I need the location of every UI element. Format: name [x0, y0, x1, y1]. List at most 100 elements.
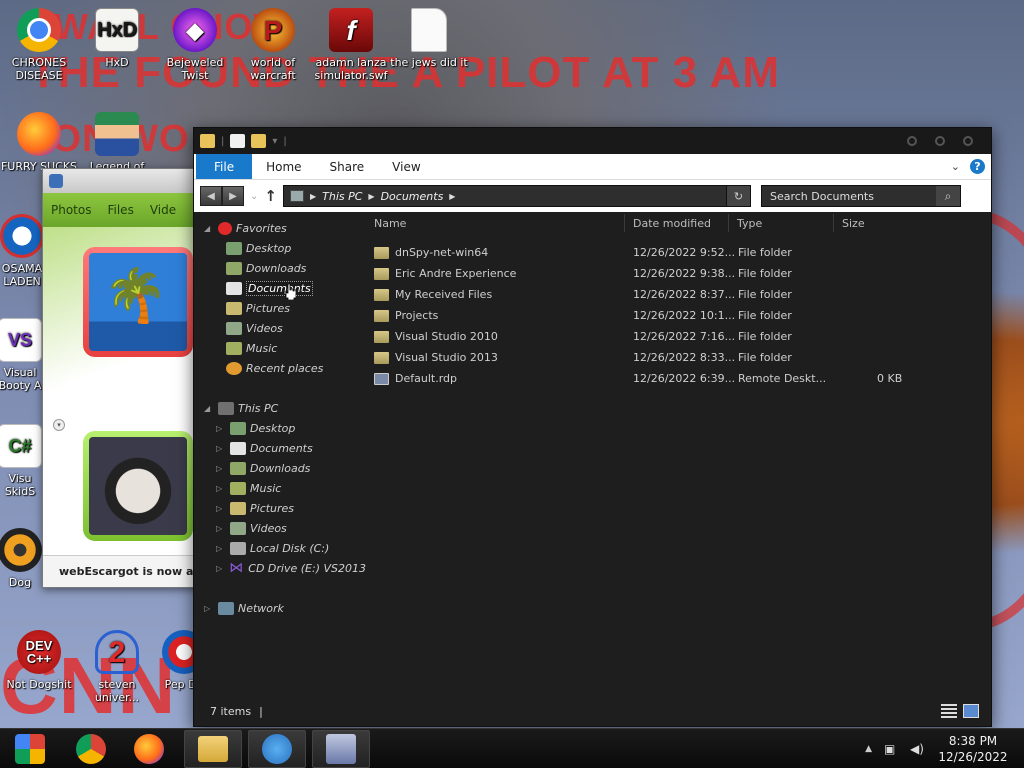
expand-icon[interactable]: ▷	[204, 604, 214, 613]
close-button[interactable]	[963, 136, 973, 146]
expand-icon[interactable]: ▷	[216, 444, 226, 453]
address-bar[interactable]: ▶ This PC ▶ Documents ▶ ↻	[282, 185, 751, 207]
expand-ribbon-icon[interactable]: ⌄	[951, 160, 960, 173]
taskbar-messenger[interactable]	[248, 729, 306, 768]
column-name[interactable]: Name	[374, 217, 406, 230]
up-button[interactable]: ↑	[264, 187, 277, 205]
nav-item-downloads[interactable]: Downloads	[194, 258, 366, 278]
nav-item-pc-videos[interactable]: ▷ Videos	[194, 518, 366, 538]
expand-icon[interactable]: ◢	[204, 224, 214, 233]
expand-icon[interactable]: ▷	[216, 544, 226, 553]
tab-view[interactable]: View	[378, 154, 434, 179]
nav-network[interactable]: ▷ Network	[194, 598, 366, 618]
nav-item-recent-places[interactable]: Recent places	[194, 358, 366, 378]
expand-icon[interactable]: ▷	[216, 564, 224, 573]
desktop-icon-world-of-warcraft[interactable]: P world of warcraft	[234, 8, 312, 82]
desktop-icon-devcpp[interactable]: DEV C++ Not Dogshit	[0, 630, 78, 691]
file-row[interactable]: Projects 12/26/2022 10:1... File folder	[366, 305, 991, 326]
nav-item-pc-documents[interactable]: ▷ Documents	[194, 438, 366, 458]
breadcrumb-arrow[interactable]: ▶	[310, 192, 316, 201]
nav-item-music[interactable]: Music	[194, 338, 366, 358]
breadcrumb-this-pc[interactable]: This PC	[322, 190, 362, 203]
photos-titlebar[interactable]	[43, 169, 201, 193]
desktop-icon-text-file[interactable]: the jews did it	[390, 8, 468, 69]
nav-item-pc-desktop[interactable]: ▷ Desktop	[194, 418, 366, 438]
forward-button[interactable]: ▶	[222, 186, 244, 206]
tab-files[interactable]: Files	[99, 203, 141, 217]
file-explorer-window[interactable]: | ▾ | File Home Share View ⌄ ? ◀ ▶ ⌄ ↑ ▶…	[193, 127, 992, 727]
details-view-button[interactable]	[941, 704, 957, 718]
refresh-icon[interactable]: ↻	[725, 186, 750, 206]
photo-thumbnail[interactable]	[83, 247, 193, 357]
search-box[interactable]: Search Documents ⌕	[760, 185, 961, 207]
file-row[interactable]: dnSpy-net-win64 12/26/2022 9:52... File fo…	[366, 242, 991, 263]
maximize-button[interactable]	[935, 136, 945, 146]
file-row[interactable]: Visual Studio 2013 12/26/2022 8:33... File…	[366, 347, 991, 368]
column-divider[interactable]	[728, 214, 729, 232]
explorer-titlebar[interactable]: | ▾ |	[194, 128, 991, 154]
expand-icon[interactable]: ▷	[216, 484, 226, 493]
volume-icon[interactable]: ◀)	[910, 743, 924, 755]
tab-photos[interactable]: Photos	[43, 203, 99, 217]
search-icon[interactable]: ⌕	[935, 186, 960, 206]
file-row[interactable]: Visual Studio 2010 12/26/2022 7:16... File…	[366, 326, 991, 347]
file-row[interactable]: Eric Andre Experience 12/26/2022 9:38... F…	[366, 263, 991, 284]
nav-item-documents[interactable]: Documents	[194, 278, 366, 298]
desktop-icon-chrones-disease[interactable]: CHRONES DISEASE	[0, 8, 78, 82]
nav-this-pc[interactable]: ◢ This PC	[194, 398, 366, 418]
help-icon[interactable]: ?	[970, 159, 985, 174]
tab-share[interactable]: Share	[316, 154, 379, 179]
column-date-modified[interactable]: Date modified	[633, 217, 711, 230]
nav-item-desktop[interactable]: Desktop	[194, 238, 366, 258]
desktop-icon-hxd[interactable]: HxD HxD	[78, 8, 156, 69]
column-type[interactable]: Type	[737, 217, 762, 230]
nav-item-local-disk[interactable]: ▷ Local Disk (C:)	[194, 538, 366, 558]
taskbar-firefox[interactable]	[120, 730, 178, 768]
desktop-icon-swf[interactable]: f adamn lanza simulator.swf	[312, 8, 390, 82]
expand-icon[interactable]: ▷	[216, 524, 226, 533]
desktop-icon-legend[interactable]: Legend of	[78, 112, 156, 173]
nav-item-cd-drive[interactable]: ▷ ⋈ CD Drive (E:) VS2013	[194, 558, 366, 578]
file-row[interactable]: Default.rdp 12/26/2022 6:39... Remote Desk…	[366, 368, 991, 389]
breadcrumb-arrow[interactable]: ▶	[449, 192, 455, 201]
tab-file[interactable]: File	[196, 154, 253, 179]
photo-thumbnail[interactable]	[83, 431, 193, 541]
nav-item-pc-music[interactable]: ▷ Music	[194, 478, 366, 498]
photos-window[interactable]: Photos Files Vide ▾ ▾ webEscargot is now…	[42, 168, 202, 588]
breadcrumb-arrow[interactable]: ▶	[368, 192, 374, 201]
desktop-icon-skids[interactable]: C# Visu SkidS	[0, 424, 48, 498]
large-icons-view-button[interactable]	[963, 704, 979, 718]
column-divider[interactable]	[624, 214, 625, 232]
collapse-icon[interactable]: ▾	[53, 419, 65, 431]
taskbar-chrome[interactable]	[62, 730, 120, 768]
properties-icon[interactable]	[230, 134, 246, 148]
expand-icon[interactable]: ▷	[216, 464, 226, 473]
network-icon[interactable]: ▣	[884, 743, 898, 755]
nav-item-pc-downloads[interactable]: ▷ Downloads	[194, 458, 366, 478]
desktop-icon-firefox[interactable]: FURRY SUCKS	[0, 112, 78, 173]
desktop-icon-visual-booty[interactable]: VS Visual Booty A	[0, 318, 48, 392]
recent-locations-dropdown[interactable]: ⌄	[250, 191, 258, 202]
taskbar-file-explorer[interactable]	[184, 729, 242, 768]
breadcrumb-documents[interactable]: Documents	[381, 190, 444, 203]
file-row[interactable]: My Received Files 12/26/2022 8:37... File …	[366, 284, 991, 305]
expand-icon[interactable]: ◢	[204, 404, 214, 413]
nav-item-pictures[interactable]: Pictures	[194, 298, 366, 318]
expand-icon[interactable]: ▷	[216, 424, 226, 433]
desktop-icon-steven[interactable]: 2 steven univer...	[78, 630, 156, 704]
nav-item-pc-pictures[interactable]: ▷ Pictures	[194, 498, 366, 518]
nav-item-videos[interactable]: Videos	[194, 318, 366, 338]
clock[interactable]: 8:38 PM 12/26/2022	[936, 733, 1010, 765]
back-button[interactable]: ◀	[200, 186, 222, 206]
nav-favorites[interactable]: ◢ Favorites	[194, 218, 366, 238]
start-button[interactable]	[8, 731, 52, 767]
desktop-icon-bejeweled[interactable]: ◆ Bejeweled Twist	[156, 8, 234, 82]
column-divider[interactable]	[833, 214, 834, 232]
new-folder-icon[interactable]	[251, 134, 267, 148]
column-size[interactable]: Size	[842, 217, 865, 230]
desktop-icon-dog[interactable]: Dog	[0, 528, 48, 589]
show-hidden-icons-icon[interactable]: ▲	[865, 744, 872, 754]
tab-home[interactable]: Home	[252, 154, 315, 179]
expand-icon[interactable]: ▷	[216, 504, 226, 513]
chevron-down-icon[interactable]: ▾	[272, 136, 277, 147]
